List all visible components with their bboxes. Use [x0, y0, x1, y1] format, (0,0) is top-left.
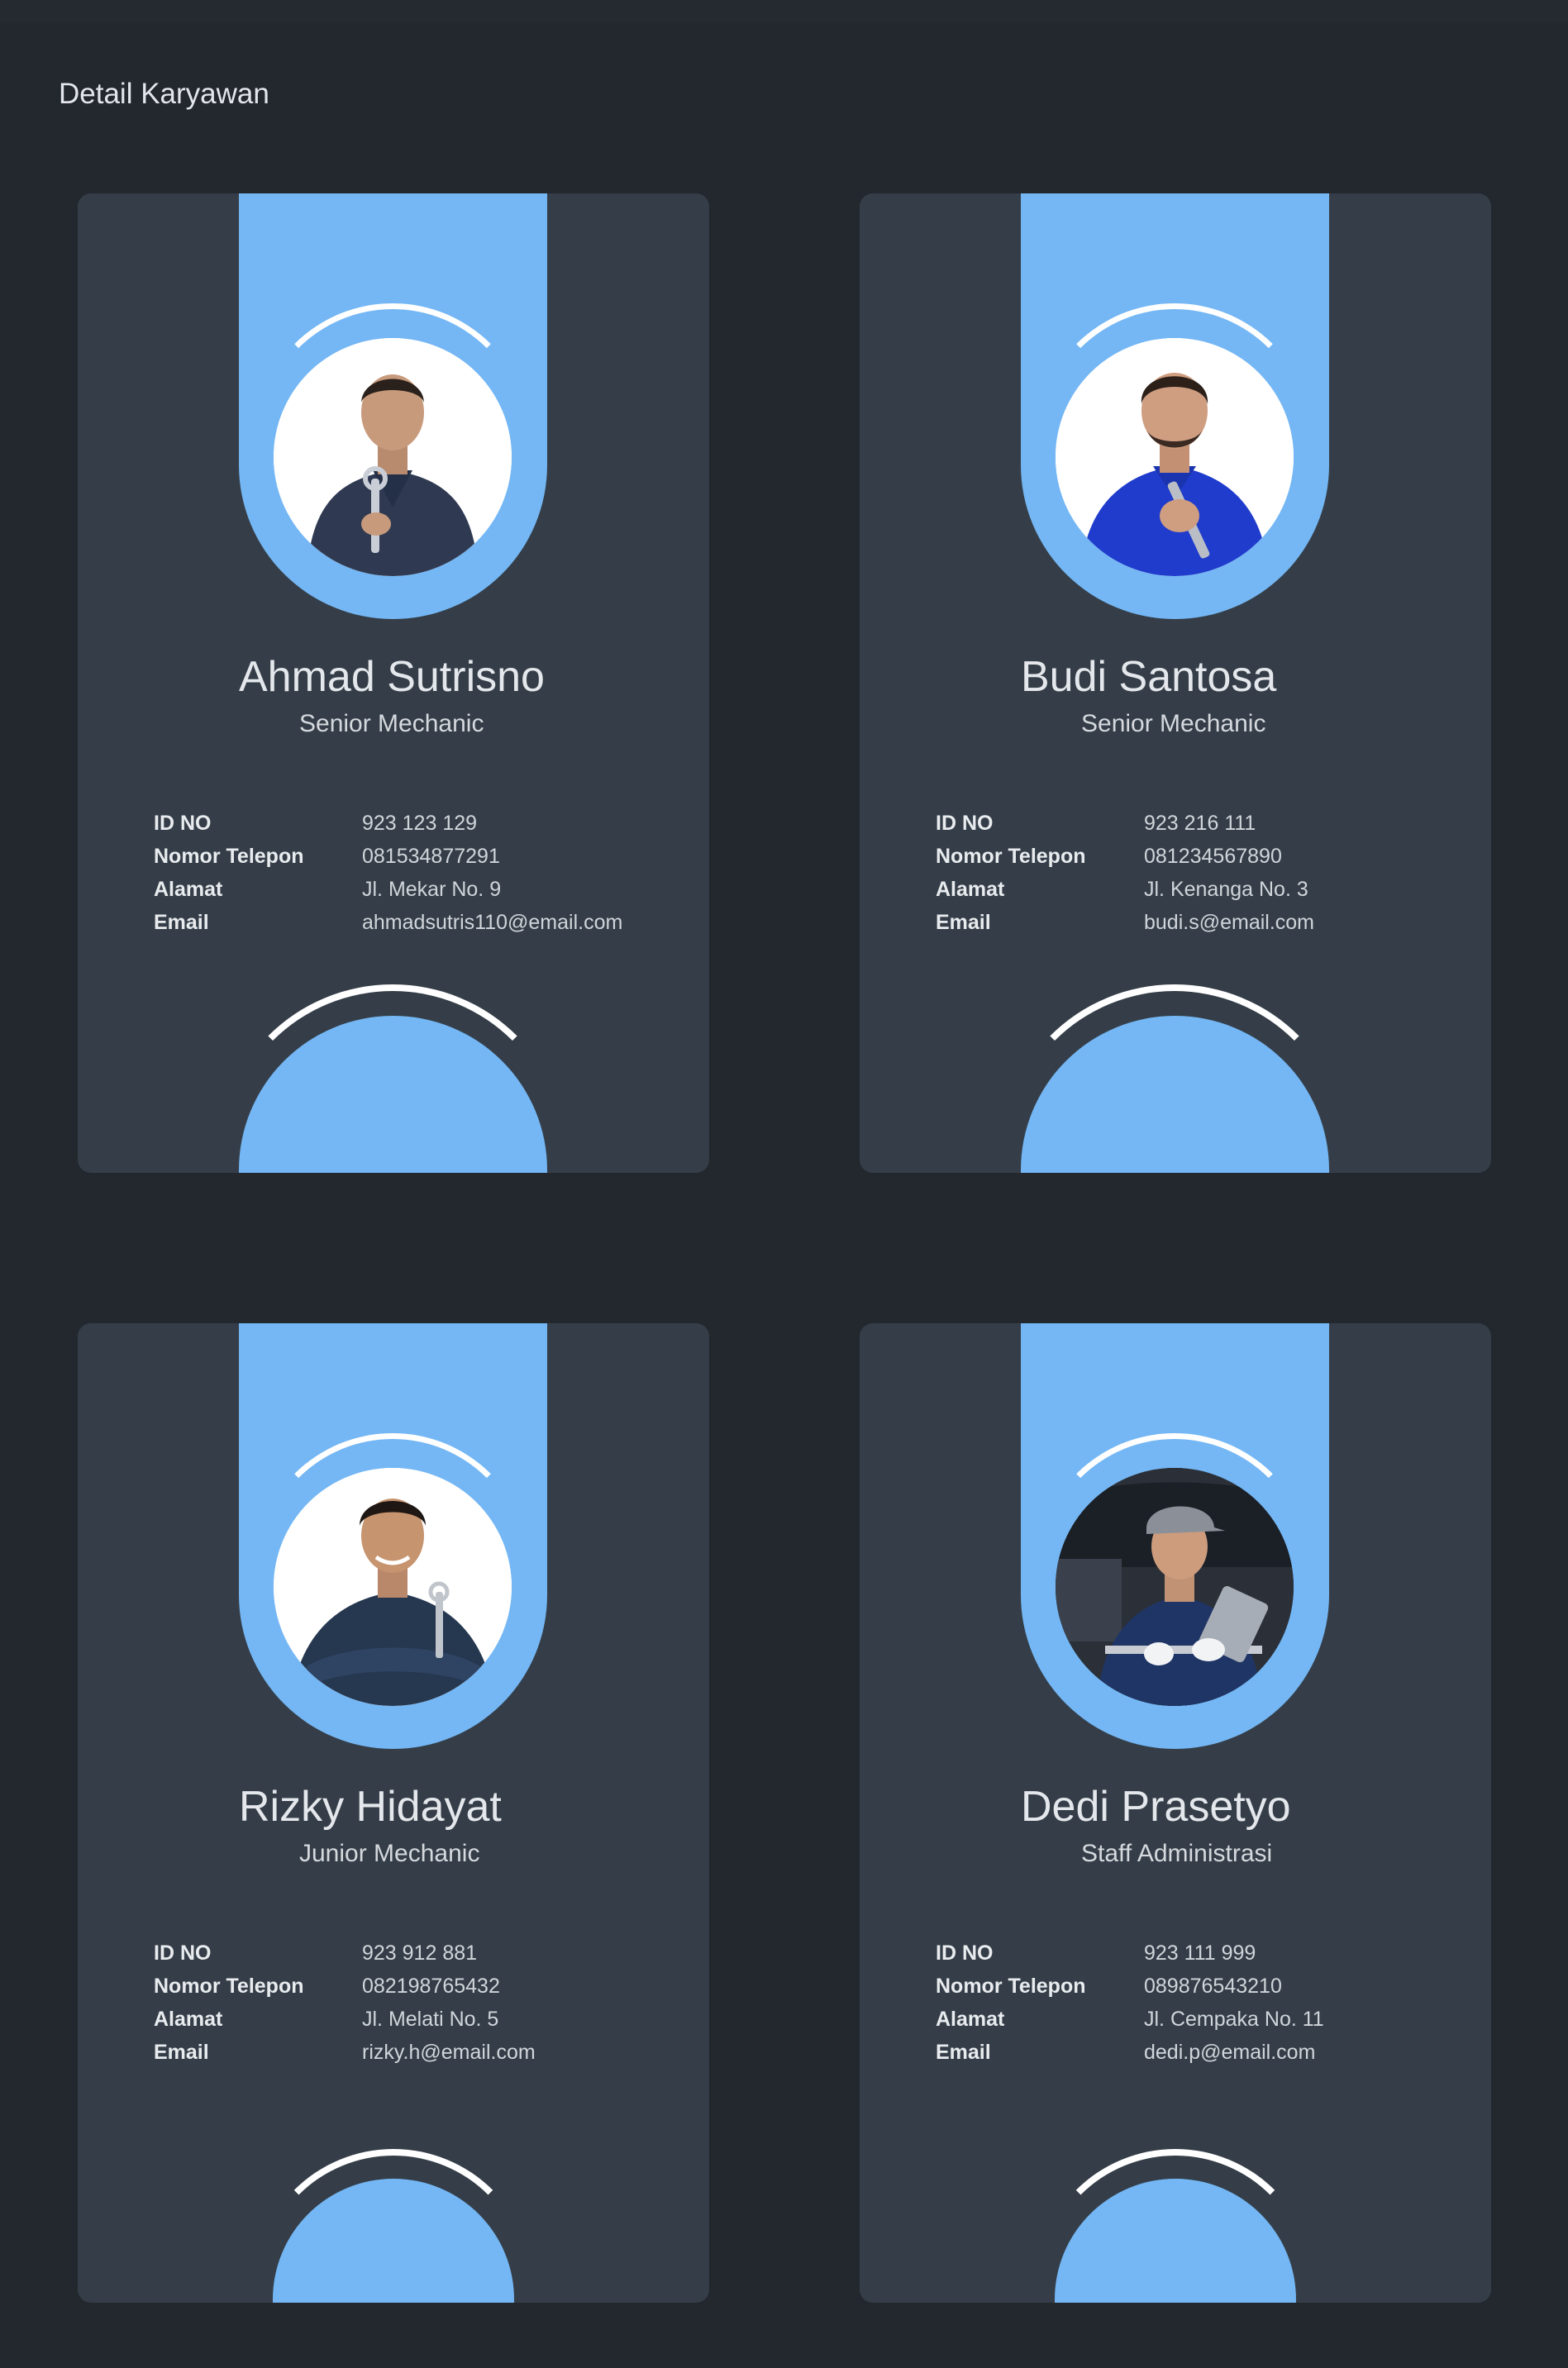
- value-id: 923 111 999: [1144, 1941, 1256, 1965]
- employee-role: Senior Mechanic: [299, 710, 484, 737]
- info-row-address: Alamat Jl. Melati No. 5: [154, 2003, 536, 2036]
- label-id: ID NO: [936, 1941, 994, 1965]
- bottom-arc: [253, 2149, 534, 2303]
- info-row-id: ID NO 923 123 129: [154, 807, 622, 840]
- employee-info: ID NO 923 123 129 Nomor Telepon 0815348772…: [154, 807, 622, 939]
- value-id: 923 123 129: [362, 811, 478, 835]
- employee-info: ID NO 923 216 111 Nomor Telepon 0812345678…: [936, 807, 1314, 939]
- label-email: Email: [936, 2040, 991, 2064]
- label-id: ID NO: [154, 811, 212, 835]
- bottom-arc: [998, 984, 1351, 1173]
- employee-name: Dedi Prasetyo: [1021, 1783, 1291, 1831]
- info-row-phone: Nomor Telepon 082198765432: [154, 1970, 536, 2003]
- label-email: Email: [154, 910, 209, 934]
- info-row-email: Email rizky.h@email.com: [154, 2036, 536, 2069]
- value-email[interactable]: rizky.h@email.com: [362, 2041, 536, 2065]
- label-address: Alamat: [154, 2007, 223, 2031]
- info-row-address: Alamat Jl. Kenanga No. 3: [936, 873, 1314, 906]
- info-row-phone: Nomor Telepon 081534877291: [154, 840, 622, 873]
- info-row-email: Email ahmadsutris110@email.com: [154, 906, 622, 939]
- info-row-id: ID NO 923 216 111: [936, 807, 1314, 840]
- employee-info: ID NO 923 912 881 Nomor Telepon 0821987654…: [154, 1937, 536, 2069]
- value-email[interactable]: budi.s@email.com: [1144, 911, 1314, 935]
- info-row-phone: Nomor Telepon 081234567890: [936, 840, 1314, 873]
- value-email[interactable]: ahmadsutris110@email.com: [362, 911, 622, 935]
- value-id: 923 912 881: [362, 1941, 478, 1965]
- label-phone: Nomor Telepon: [154, 844, 304, 868]
- employee-photo: [274, 338, 512, 576]
- value-email[interactable]: dedi.p@email.com: [1144, 2041, 1315, 2065]
- value-id: 923 216 111: [1144, 811, 1256, 835]
- top-strip: [0, 0, 1568, 23]
- label-phone: Nomor Telepon: [154, 1974, 304, 1998]
- value-address: Jl. Kenanga No. 3: [1144, 877, 1308, 901]
- info-row-id: ID NO 923 912 881: [154, 1937, 536, 1970]
- value-address: Jl. Cempaka No. 11: [1144, 2007, 1324, 2031]
- label-id: ID NO: [154, 1941, 212, 1965]
- value-phone: 082198765432: [362, 1974, 500, 1998]
- employee-name: Ahmad Sutrisno: [239, 653, 545, 701]
- employee-card[interactable]: Rizky Hidayat Junior Mechanic ID NO 923 9…: [78, 1323, 709, 2303]
- employee-photo: [274, 1468, 512, 1706]
- info-row-address: Alamat Jl. Mekar No. 9: [154, 873, 622, 906]
- info-row-id: ID NO 923 111 999: [936, 1937, 1324, 1970]
- bottom-arc: [1035, 2149, 1316, 2303]
- bottom-arc: [217, 984, 569, 1173]
- employee-name: Budi Santosa: [1021, 653, 1277, 701]
- value-phone: 081534877291: [362, 844, 500, 868]
- page-title: Detail Karyawan: [59, 78, 269, 110]
- label-address: Alamat: [936, 2007, 1005, 2031]
- label-address: Alamat: [154, 877, 223, 901]
- employee-card[interactable]: Ahmad Sutrisno Senior Mechanic ID NO 923 …: [78, 193, 709, 1173]
- employee-role: Senior Mechanic: [1081, 710, 1266, 737]
- info-row-email: Email dedi.p@email.com: [936, 2036, 1324, 2069]
- label-email: Email: [154, 2040, 209, 2064]
- label-email: Email: [936, 910, 991, 934]
- employee-name: Rizky Hidayat: [239, 1783, 502, 1831]
- value-address: Jl. Mekar No. 9: [362, 877, 502, 901]
- employee-photo: [1056, 338, 1294, 576]
- employee-photo: [1056, 1468, 1294, 1706]
- employee-card[interactable]: Budi Santosa Senior Mechanic ID NO 923 21…: [860, 193, 1491, 1173]
- label-id: ID NO: [936, 811, 994, 835]
- employee-info: ID NO 923 111 999 Nomor Telepon 0898765432…: [936, 1937, 1324, 2069]
- info-row-email: Email budi.s@email.com: [936, 906, 1314, 939]
- mechanic-holding-wrench-photo: [274, 338, 512, 576]
- value-phone: 089876543210: [1144, 1974, 1282, 1998]
- value-phone: 081234567890: [1144, 844, 1282, 868]
- mechanic-arms-crossed-photo: [274, 1468, 512, 1706]
- employee-role: Junior Mechanic: [299, 1840, 480, 1867]
- label-phone: Nomor Telepon: [936, 844, 1086, 868]
- employee-card[interactable]: Dedi Prasetyo Staff Administrasi ID NO 92…: [860, 1323, 1491, 2303]
- label-address: Alamat: [936, 877, 1005, 901]
- label-phone: Nomor Telepon: [936, 1974, 1086, 1998]
- mechanic-blue-shirt-photo: [1056, 338, 1294, 576]
- value-address: Jl. Melati No. 5: [362, 2007, 499, 2031]
- worker-with-tablet-photo: [1056, 1468, 1294, 1706]
- info-row-phone: Nomor Telepon 089876543210: [936, 1970, 1324, 2003]
- employee-role: Staff Administrasi: [1081, 1840, 1273, 1867]
- info-row-address: Alamat Jl. Cempaka No. 11: [936, 2003, 1324, 2036]
